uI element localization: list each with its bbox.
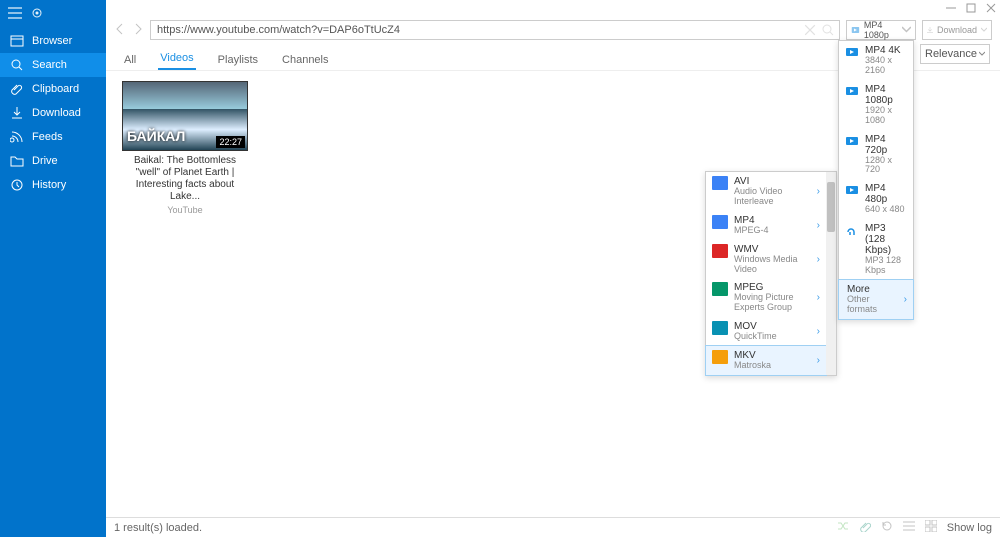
clip-icon [10,82,24,96]
clear-url-icon[interactable] [804,24,816,39]
sidebar-item-history[interactable]: History [0,173,106,197]
chevron-right-icon: › [904,294,907,305]
main-area: MP4 1080p Download Sort: Relevance AllVi… [106,0,1000,537]
quality-more[interactable]: MoreOther formats› [838,279,914,320]
menu-icon[interactable] [8,6,22,23]
audio-icon [845,223,859,237]
quality-dropdown: MP4 4K3840 x 2160MP4 1080p1920 x 1080MP4… [838,40,914,320]
sidebar-item-download[interactable]: Download [0,101,106,125]
sort-selector[interactable]: Relevance [920,44,990,64]
sidebar-item-label: History [32,179,66,191]
quality-option[interactable]: MP3 (128 Kbps)MP3 128 Kbps [839,219,913,280]
chevron-right-icon: › [817,355,820,366]
forward-icon[interactable] [132,23,144,38]
status-text: 1 result(s) loaded. [114,522,202,534]
thumb-overlay-text: БАЙКАЛ [127,128,185,144]
chevron-right-icon: › [817,292,820,303]
rss-icon [10,130,24,144]
tab-playlists[interactable]: Playlists [216,50,260,70]
container-option-mp4[interactable]: MP4MPEG-4› [706,211,826,240]
sidebar-item-search[interactable]: Search [0,53,106,77]
chevron-right-icon: › [817,326,820,337]
grid-view-icon[interactable] [925,520,937,535]
format-icon [712,215,728,229]
statusbar: 1 result(s) loaded. Show log [106,517,1000,537]
sidebar-item-label: Download [32,107,81,119]
list-view-icon[interactable] [903,520,915,535]
show-log-link[interactable]: Show log [947,522,992,534]
quality-option[interactable]: MP4 4K3840 x 2160 [839,41,913,80]
download-label: Download [937,25,977,35]
format-icon [712,176,728,190]
sidebar-item-label: Browser [32,35,72,47]
sidebar-item-label: Search [32,59,67,71]
format-icon [712,244,728,258]
folder-icon [10,154,24,168]
attach-icon[interactable] [859,520,871,535]
shuffle-icon[interactable] [837,520,849,535]
chevron-right-icon: › [817,254,820,265]
sidebar-item-drive[interactable]: Drive [0,149,106,173]
video-card[interactable]: БАЙКАЛ 22:27 Baikal: The Bottomless "wel… [122,81,248,215]
refresh-icon[interactable] [881,520,893,535]
download-icon [10,106,24,120]
window-icon [10,34,24,48]
format-selector[interactable]: MP4 1080p [846,20,916,40]
chevron-right-icon: › [817,186,820,197]
scroll-thumb[interactable] [827,182,835,232]
download-button[interactable]: Download [922,20,992,40]
format-icon [712,321,728,335]
sidebar-item-label: Feeds [32,131,63,143]
sidebar-item-label: Drive [32,155,58,167]
video-icon [845,183,859,197]
url-input[interactable] [150,20,840,40]
minimize-icon[interactable] [946,3,956,16]
video-icon [845,84,859,98]
maximize-icon[interactable] [966,3,976,16]
scrollbar[interactable] [826,172,836,375]
history-icon [10,178,24,192]
video-title: Baikal: The Bottomless "well" of Planet … [122,155,248,203]
settings-icon[interactable] [30,6,44,23]
video-icon [845,45,859,59]
search-url-icon[interactable] [822,24,834,39]
format-icon [712,350,728,364]
container-option-avi[interactable]: AVIAudio Video Interleave› [706,172,826,211]
quality-option[interactable]: MP4 480p640 x 480 [839,179,913,219]
format-label: MP4 1080p [864,20,898,40]
sidebar: Browser Search Clipboard Download Feeds Drive… [0,0,106,537]
sidebar-item-clipboard[interactable]: Clipboard [0,77,106,101]
container-option-mkv[interactable]: MKVMatroska› [705,345,827,376]
close-icon[interactable] [986,3,996,16]
video-source: YouTube [167,205,202,215]
quality-option[interactable]: MP4 720p1280 x 720 [839,130,913,180]
back-icon[interactable] [114,23,126,38]
search-icon [10,58,24,72]
video-thumbnail[interactable]: БАЙКАЛ 22:27 [122,81,248,151]
chevron-right-icon: › [817,220,820,231]
container-option-mov[interactable]: MOVQuickTime› [706,317,826,346]
tab-all[interactable]: All [122,50,138,70]
titlebar [106,0,1000,18]
sidebar-item-browser[interactable]: Browser [0,29,106,53]
container-option-mpeg[interactable]: MPEGMoving Picture Experts Group› [706,278,826,317]
video-duration: 22:27 [216,136,245,148]
tab-channels[interactable]: Channels [280,50,330,70]
sidebar-item-feeds[interactable]: Feeds [0,125,106,149]
format-icon [712,282,728,296]
video-icon [845,134,859,148]
tab-videos[interactable]: Videos [158,48,195,70]
container-submenu: AVIAudio Video Interleave›MP4MPEG-4›WMVW… [705,171,837,376]
quality-option[interactable]: MP4 1080p1920 x 1080 [839,80,913,130]
sidebar-item-label: Clipboard [32,83,79,95]
container-option-wmv[interactable]: WMVWindows Media Video› [706,240,826,279]
